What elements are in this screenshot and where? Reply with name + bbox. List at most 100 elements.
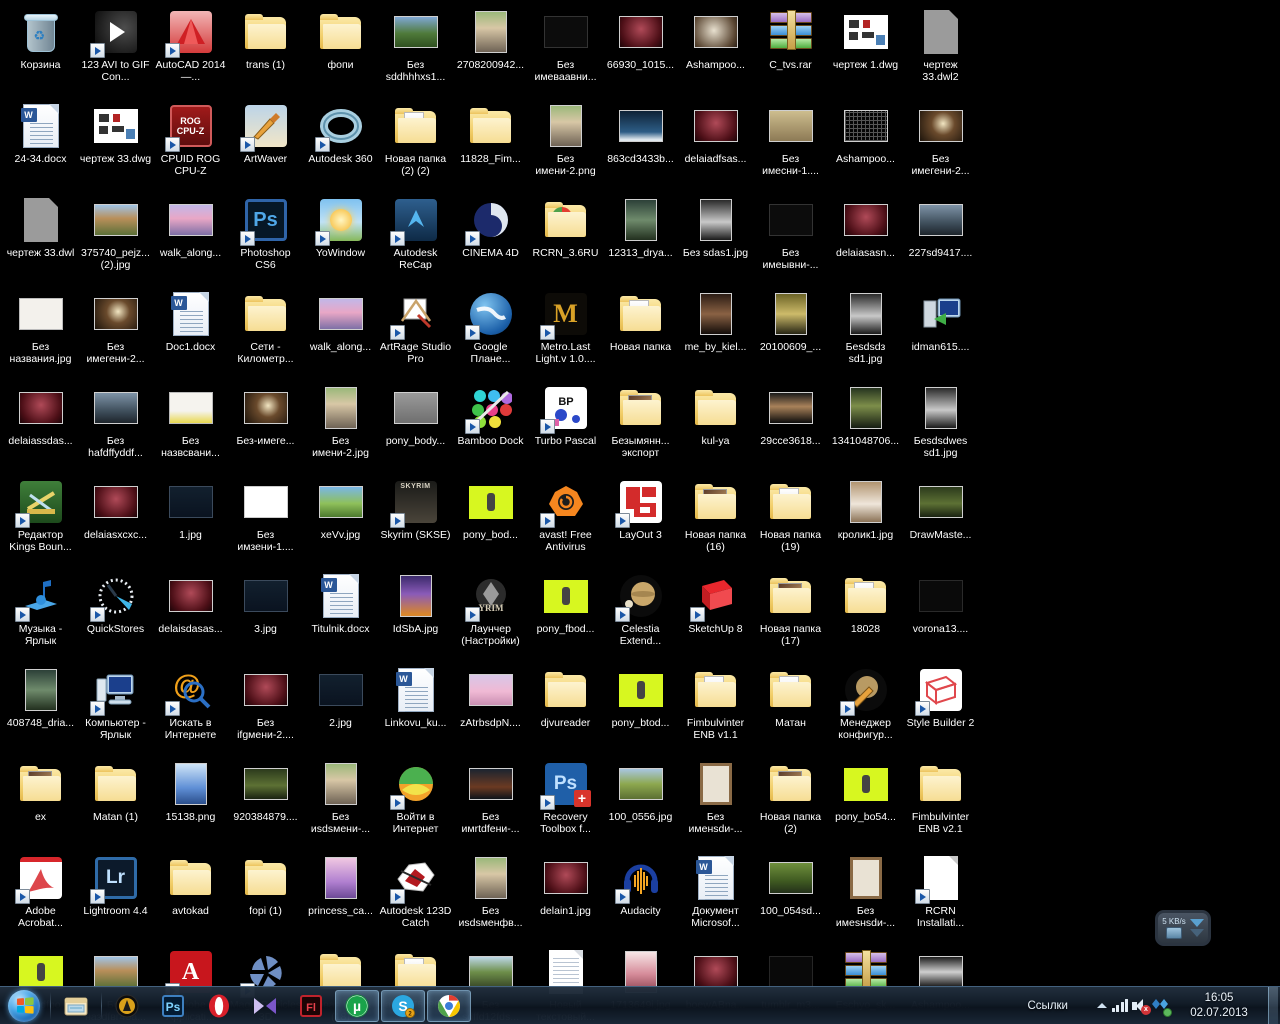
desktop-icon-image-xevv-jpg[interactable]: xeVv.jpg (303, 474, 378, 568)
desktop-icon-image-walk-along-1[interactable]: walk_along... (153, 192, 228, 286)
show-hidden-icons-arrow[interactable] (1094, 991, 1110, 1021)
desktop-icon-image-29cce3618[interactable]: 29cce3618... (753, 380, 828, 474)
taskbar-button-flash[interactable]: Fl (289, 990, 333, 1022)
desktop-icon-image-pony-bo54[interactable]: pony_bo54... (828, 756, 903, 850)
desktop-icon-avast-free-antivirus[interactable]: avast! Free Antivirus (528, 474, 603, 568)
desktop-icon-image-100-0556-jpg[interactable]: 100_0556.jpg (603, 756, 678, 850)
desktop-icon-image-15138-png[interactable]: 15138.png (153, 756, 228, 850)
desktop-icon-folder-novaya-papka-2-2[interactable]: Новая папка (2) (2) (378, 98, 453, 192)
desktop-icon-photoshop-cs6[interactable]: PsPhotoshop CS6 (228, 192, 303, 286)
desktop-icon-folder-novaya-papka-19[interactable]: Новая папка (19) (753, 474, 828, 568)
desktop-icon-sketchup-8[interactable]: SketchUp 8 (678, 568, 753, 662)
dropbox-icon[interactable] (1150, 991, 1170, 1021)
desktop-icon-image-3-jpg[interactable]: 3.jpg (228, 568, 303, 662)
desktop-icon-folder-11828-fim[interactable]: 11828_Fim... (453, 98, 528, 192)
desktop-icon-image-100-054sd[interactable]: 100_054sd... (753, 850, 828, 944)
desktop-icon-installer-idman615[interactable]: idman615.... (903, 286, 978, 380)
desktop-icon-folder-trans-1[interactable]: trans (1) (228, 4, 303, 98)
desktop-icon-layout-3[interactable]: LayOut 3 (603, 474, 678, 568)
desktop-icon-image-227sd9417[interactable]: 227sd9417.... (903, 192, 978, 286)
desktop-icon-image-bez-imeni-2-jpg[interactable]: Без имени-2.jpg (303, 380, 378, 474)
desktop-icon-autocad-2014[interactable]: AutoCAD 2014 —... (153, 4, 228, 98)
desktop-icon-folder-novaya-papka-16[interactable]: Новая папка (16) (678, 474, 753, 568)
desktop-icon-image-delaiasxcxc[interactable]: delaiasxcxc... (78, 474, 153, 568)
desktop-icon-folder-seti-kilometr[interactable]: Сети - Километр... (228, 286, 303, 380)
desktop-icon-image-20100609[interactable]: 20100609_... (753, 286, 828, 380)
desktop-icon-image-bez-imzeni-1[interactable]: Без имзени-1.... (228, 474, 303, 568)
desktop-icon-image-bez-nazvsvani[interactable]: Без назвсвани... (153, 380, 228, 474)
desktop-icon-folder-novaya-papka-2[interactable]: Новая папка (2) (753, 756, 828, 850)
desktop-icon-document-microsoft-word[interactable]: WДокумент Microsof... (678, 850, 753, 944)
desktop-icon-image-bez-nazvaniya-jpg[interactable]: Без названия.jpg (3, 286, 78, 380)
desktop-icon-cinema-4d[interactable]: CINEMA 4D (453, 192, 528, 286)
desktop-icon-celestia-extended[interactable]: Celestia Extend... (603, 568, 678, 662)
desktop-icon-image-bez-hafdffyddf[interactable]: Без hafdffyddf... (78, 380, 153, 474)
desktop-icon-lightroom-4-4[interactable]: LrLightroom 4.4 (78, 850, 153, 944)
desktop-icon-folder-novaya-papka[interactable]: Новая папка (603, 286, 678, 380)
desktop-icon-image-bez-isdsmenfv[interactable]: Без иsdsменфв... (453, 850, 528, 944)
desktop-icon-image-pony-body[interactable]: pony_body... (378, 380, 453, 474)
desktop-icon-image-delaisdasas[interactable]: delaisdasas... (153, 568, 228, 662)
desktop-icon-image-2-jpg[interactable]: 2.jpg (303, 662, 378, 756)
desktop-icon-image-me-by-kiel[interactable]: me_by_kiel... (678, 286, 753, 380)
desktop-icon-recovery-toolbox[interactable]: Ps+Recovery Toolbox f... (528, 756, 603, 850)
desktop-icon-document-24-34-docx[interactable]: W24-34.docx (3, 98, 78, 192)
desktop-icon-file-chertezh-33-dwl2[interactable]: чертеж 33.dwl2 (903, 4, 978, 98)
desktop-icon-folder-matan[interactable]: Матан (753, 662, 828, 756)
desktop-icon-folder-bezymyann-eksport[interactable]: Безымянн... экспорт (603, 380, 678, 474)
taskbar-button-opera[interactable] (197, 990, 241, 1022)
desktop-icon-music-shortcut[interactable]: Музыка - Ярлык (3, 568, 78, 662)
desktop-icon-image-bez-imeyvni[interactable]: Без имеывни-... (753, 192, 828, 286)
desktop-icon-recycle-bin[interactable]: ♻Корзина (3, 4, 78, 98)
desktop-icon-document-doc1-docx[interactable]: WDoc1.docx (153, 286, 228, 380)
desktop-icon-image-delaiasasn[interactable]: delaiasasn... (828, 192, 903, 286)
desktop-icon-image-pony-bod[interactable]: pony_bod... (453, 474, 528, 568)
taskbar-button-autocad[interactable] (105, 990, 149, 1022)
desktop-icon-kings-bounty-editor[interactable]: Редактор Kings Boun... (3, 474, 78, 568)
desktop-icon-image-bez-sddhhhxs1[interactable]: Без sddhhhxs1... (378, 4, 453, 98)
taskbar[interactable]: Ps Fl µ (0, 986, 1280, 1024)
desktop-icon-image-bez-imevaavni[interactable]: Без имеваавни... (528, 4, 603, 98)
desktop-icon-search-internet[interactable]: @Искать в Интернете (153, 662, 228, 756)
desktop-icon-image-besdsdwes-sd1-jpg[interactable]: Бesdsdwes sd1.jpg (903, 380, 978, 474)
desktop-icon-skyrim-skse[interactable]: SKYRIMSkyrim (SKSE) (378, 474, 453, 568)
desktop-icon-image-66930-1015[interactable]: 66930_1015... (603, 4, 678, 98)
desktop-icon-image-bez-imegeni-2b[interactable]: Без имегени-2... (78, 286, 153, 380)
desktop-icon-image-ashampoo-1[interactable]: Ashampoo... (678, 4, 753, 98)
desktop-icon-autodesk-360[interactable]: Autodesk 360 (303, 98, 378, 192)
desktop-icon-adobe-acrobat[interactable]: Adobe Acrobat... (3, 850, 78, 944)
desktop-icon-enter-internet[interactable]: Войти в Интернет (378, 756, 453, 850)
taskbar-button-explorer[interactable] (54, 990, 98, 1022)
desktop-icon-image-bez-imegeni-2[interactable]: Без имегени-2... (903, 98, 978, 192)
desktop-icon-turbo-pascal[interactable]: BPTurbo Pascal (528, 380, 603, 474)
desktop-icon-image-1341048706[interactable]: 1341048706... (828, 380, 903, 474)
desktop-icon-document-linkovu-ku[interactable]: WLinkovu_ku... (378, 662, 453, 756)
desktop-icon-image-bez-imrtdfeni[interactable]: Без имrtdfени-... (453, 756, 528, 850)
network-signal-icon[interactable] (1110, 991, 1130, 1021)
desktop-icon-image-bez-sdas1-jpg[interactable]: Без sdas1.jpg (678, 192, 753, 286)
desktop-icon-image-1-jpg[interactable]: 1.jpg (153, 474, 228, 568)
desktop-icon-image-idsba-jpg[interactable]: IdSbA.jpg (378, 568, 453, 662)
desktop-icon-autodesk-123d-catch[interactable]: Autodesk 123D Catch (378, 850, 453, 944)
desktop-icon-drawing-chertezh-1-dwg[interactable]: чертеж 1.dwg (828, 4, 903, 98)
clock[interactable]: 16:05 02.07.2013 (1174, 991, 1264, 1021)
desktop-icon-folder-fopi[interactable]: фопи (303, 4, 378, 98)
taskbar-button-utorrent[interactable]: µ (335, 990, 379, 1022)
desktop-icon-quickstores[interactable]: QuickStores (78, 568, 153, 662)
desktop-icon-folder-matan-1[interactable]: Matan (1) (78, 756, 153, 850)
desktop-icon-style-builder-2[interactable]: Style Builder 2 (903, 662, 978, 756)
desktop-icon-bamboo-dock[interactable]: Bamboo Dock (453, 380, 528, 474)
desktop[interactable]: ♻Корзина123 AVI to GIF Con...AutoCAD 201… (0, 0, 1280, 1024)
desktop-icon-folder-avtokad[interactable]: avtokad (153, 850, 228, 944)
desktop-icon-image-bez-imesni-1[interactable]: Без имесни-1.... (753, 98, 828, 192)
desktop-icon-folder-novaya-papka-17[interactable]: Новая папка (17) (753, 568, 828, 662)
taskbar-button-chrome[interactable] (427, 990, 471, 1022)
desktop-icon-image-863cd3433b[interactable]: 863cd3433b... (603, 98, 678, 192)
desktop-icon-folder-rcrn-3-6-ru[interactable]: RCRN_3.6RU (528, 192, 603, 286)
desktop-icon-image-bez-ifgmeni-2[interactable]: Без ifgмени-2.... (228, 662, 303, 756)
show-desktop-button[interactable] (1268, 987, 1278, 1024)
taskbar-button-media[interactable] (243, 990, 287, 1022)
desktop-icon-folder-fopi-1[interactable]: fopi (1) (228, 850, 303, 944)
desktop-icon-image-bez-imesnsdi[interactable]: Без имеsнsdи-... (828, 850, 903, 944)
desktop-icon-drawing-chertezh-33-dwg[interactable]: чертеж 33.dwg (78, 98, 153, 192)
